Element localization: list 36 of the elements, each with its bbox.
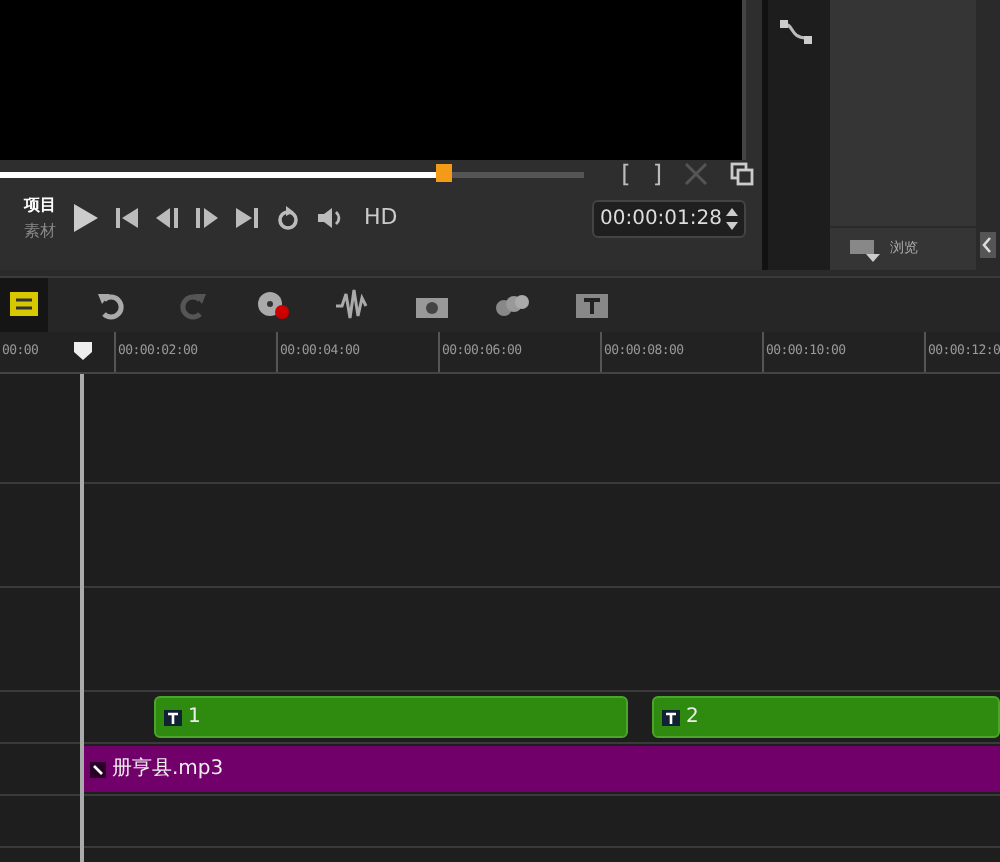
clip-label: 册亨县.mp3 — [112, 755, 224, 784]
path-icon[interactable] — [780, 17, 812, 46]
storyboard-icon[interactable] — [6, 288, 42, 322]
film-reel-icon[interactable] — [254, 288, 290, 322]
audio-clip[interactable]: 册亨县.mp3 — [82, 746, 1000, 792]
clip-label: 1 — [188, 704, 201, 732]
mark-in-button[interactable]: [ — [621, 156, 631, 192]
audio-wave-icon[interactable] — [334, 288, 370, 322]
skip-start-icon[interactable] — [116, 208, 138, 228]
step-back-icon[interactable] — [156, 208, 178, 228]
storyboard-button[interactable] — [0, 278, 48, 332]
spinner-arrows-icon[interactable] — [726, 207, 738, 229]
hd-label[interactable]: HD — [364, 201, 398, 235]
playhead-marker-icon[interactable] — [74, 342, 92, 360]
browse-icon[interactable] — [850, 237, 882, 261]
undo-icon[interactable] — [94, 288, 130, 322]
step-forward-icon[interactable] — [196, 208, 218, 228]
title-clip[interactable]: 2 — [652, 696, 1000, 738]
clip-label: 2 — [686, 704, 699, 732]
title-icon[interactable] — [574, 288, 610, 322]
scrubber-handle[interactable] — [435, 163, 452, 181]
title-clip[interactable]: 1 — [154, 696, 628, 738]
clip-mode-label[interactable]: 素材 — [24, 218, 56, 244]
repeat-icon[interactable] — [276, 206, 300, 230]
timecode-field[interactable]: 00:00:01:28 — [591, 199, 746, 237]
chevron-left-icon[interactable] — [980, 232, 996, 258]
title-icon — [662, 709, 680, 725]
title-icon — [164, 709, 182, 725]
copy-icon[interactable] — [730, 162, 754, 186]
volume-icon[interactable] — [318, 206, 346, 230]
skip-end-icon[interactable] — [236, 208, 258, 228]
audio-clip-icon — [90, 761, 106, 777]
project-mode-label[interactable]: 项目 — [24, 192, 56, 218]
timecode-value: 00:00:01:28 — [599, 205, 722, 233]
play-icon[interactable] — [74, 204, 98, 232]
mark-out-button[interactable]: ] — [652, 156, 662, 192]
